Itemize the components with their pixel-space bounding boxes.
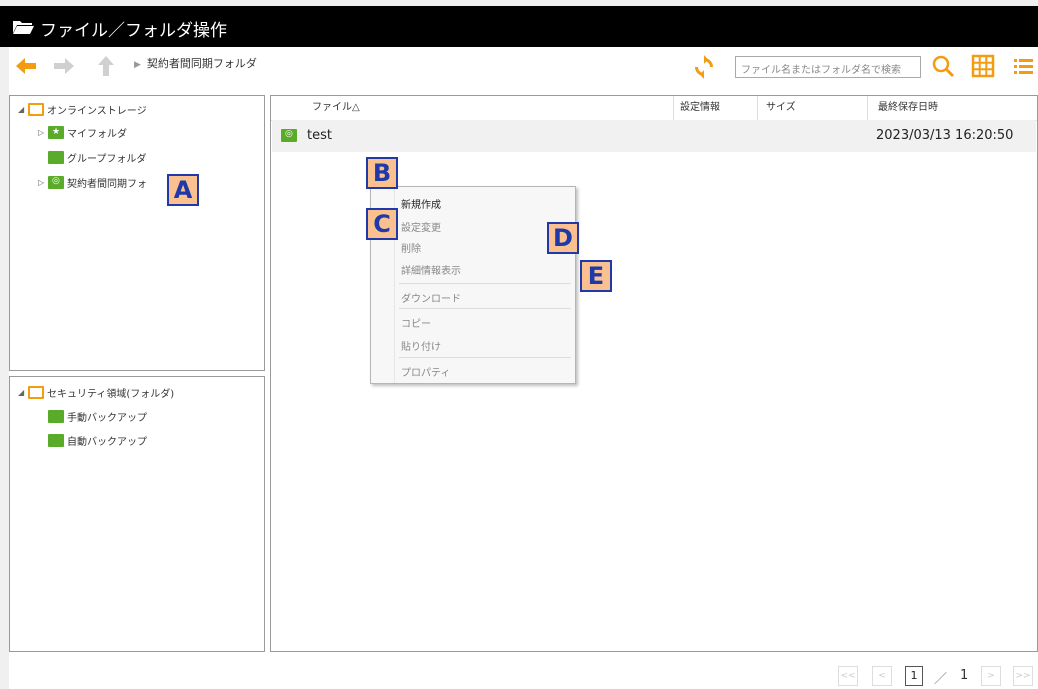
marker-b: B bbox=[366, 157, 398, 189]
up-arrow-icon[interactable] bbox=[93, 53, 119, 79]
sync-folder-icon: ◎ bbox=[281, 129, 297, 142]
window-title: ファイル／フォルダ操作 bbox=[40, 21, 227, 41]
tree-root-online-storage[interactable]: ◢ オンラインストレージ bbox=[18, 102, 147, 117]
column-header-size[interactable]: サイズ bbox=[758, 96, 868, 120]
pager-first-button[interactable]: << bbox=[838, 666, 858, 686]
tree-label: 手動バックアップ bbox=[67, 413, 147, 424]
menu-item-copy[interactable]: コピー bbox=[401, 315, 431, 330]
menu-item-properties[interactable]: プロパティ bbox=[401, 364, 450, 379]
tree-label: オンラインストレージ bbox=[47, 106, 147, 117]
tree-item-my-folder[interactable]: ▷ ★ マイフォルダ bbox=[38, 125, 127, 140]
expanded-triangle-icon: ◢ bbox=[18, 388, 25, 397]
pager-next-button[interactable]: > bbox=[981, 666, 1001, 686]
marker-e: E bbox=[580, 260, 612, 292]
breadcrumb-label: 契約者間同期フォルダ bbox=[146, 57, 257, 70]
folder-icon bbox=[28, 103, 44, 116]
list-view-icon[interactable] bbox=[1012, 54, 1034, 78]
tree-label: セキュリティ領域(フォルダ) bbox=[47, 389, 175, 400]
tree-label: グループフォルダ bbox=[67, 154, 147, 165]
column-header-settings[interactable]: 設定情報 bbox=[674, 96, 758, 120]
pager-total: 1 bbox=[960, 668, 969, 683]
folder-open-icon bbox=[13, 21, 34, 34]
expanded-triangle-icon: ◢ bbox=[18, 105, 25, 114]
menu-item-settings[interactable]: 設定変更 bbox=[401, 219, 441, 234]
context-menu: 新規作成 設定変更 削除 詳細情報表示 ダウンロード コピー 貼り付け プロパテ… bbox=[370, 186, 576, 384]
menu-item-details[interactable]: 詳細情報表示 bbox=[401, 262, 461, 277]
search-input[interactable]: ファイル名またはフォルダ名で検索 bbox=[735, 56, 921, 78]
title-bar: ファイル／フォルダ操作 bbox=[0, 0, 1038, 47]
breadcrumb-arrow-icon: ▶ bbox=[134, 60, 141, 70]
tree-item-sync-folder[interactable]: ▷ ◎ 契約者間同期フォ bbox=[38, 175, 147, 190]
pager-separator: ／ bbox=[934, 672, 948, 687]
grid-view-icon[interactable] bbox=[971, 54, 995, 78]
menu-separator bbox=[399, 357, 571, 358]
manual-backup-icon bbox=[48, 410, 64, 423]
pager-prev-button[interactable]: < bbox=[872, 666, 892, 686]
back-arrow-icon[interactable] bbox=[13, 53, 39, 79]
security-folder-icon bbox=[28, 386, 44, 399]
storage-tree-panel: ◢ オンラインストレージ ▷ ★ マイフォルダ グループフォルダ ▷ ◎ 契約者… bbox=[9, 95, 265, 371]
tree-label: マイフォルダ bbox=[67, 129, 127, 140]
collapsed-triangle-icon: ▷ bbox=[38, 178, 45, 187]
marker-c: C bbox=[366, 208, 398, 240]
search-placeholder: ファイル名またはフォルダ名で検索 bbox=[741, 65, 901, 76]
menu-item-delete[interactable]: 削除 bbox=[401, 240, 421, 255]
menu-item-paste[interactable]: 貼り付け bbox=[401, 338, 441, 353]
menu-separator bbox=[399, 308, 571, 309]
column-header-modified[interactable]: 最終保存日時 bbox=[868, 96, 1038, 120]
tree-label: 自動バックアップ bbox=[67, 437, 147, 448]
tree-label: 契約者間同期フォ bbox=[67, 179, 147, 190]
window-edge bbox=[0, 0, 9, 689]
search-icon[interactable] bbox=[931, 54, 955, 78]
forward-arrow-icon[interactable] bbox=[51, 53, 77, 79]
my-folder-icon: ★ bbox=[48, 126, 64, 139]
marker-d: D bbox=[547, 222, 579, 254]
tree-item-group-folder[interactable]: グループフォルダ bbox=[48, 150, 146, 165]
pager: << < 1 ／ 1 > >> bbox=[0, 666, 1038, 687]
tree-item-auto-backup[interactable]: 自動バックアップ bbox=[48, 433, 147, 448]
sync-folder-icon: ◎ bbox=[48, 176, 64, 189]
menu-item-new[interactable]: 新規作成 bbox=[401, 196, 441, 211]
menu-item-download[interactable]: ダウンロード bbox=[401, 290, 461, 305]
pager-last-button[interactable]: >> bbox=[1013, 666, 1033, 686]
breadcrumb[interactable]: ▶ 契約者間同期フォルダ bbox=[134, 55, 257, 71]
column-header-file[interactable]: ファイル△ bbox=[304, 96, 674, 120]
tree-root-security[interactable]: ◢ セキュリティ領域(フォルダ) bbox=[18, 385, 174, 400]
marker-a: A bbox=[167, 174, 199, 206]
auto-backup-icon bbox=[48, 434, 64, 447]
toolbar: ▶ 契約者間同期フォルダ ファイル名またはフォルダ名で検索 bbox=[9, 47, 1038, 85]
refresh-icon[interactable] bbox=[692, 55, 716, 79]
group-folder-icon bbox=[48, 151, 64, 164]
pager-current-page[interactable]: 1 bbox=[905, 666, 923, 686]
file-name: test bbox=[307, 128, 332, 143]
menu-separator bbox=[399, 283, 571, 284]
file-modified: 2023/03/13 16:20:50 bbox=[876, 128, 1014, 143]
collapsed-triangle-icon: ▷ bbox=[38, 128, 45, 137]
tree-item-manual-backup[interactable]: 手動バックアップ bbox=[48, 409, 147, 424]
security-tree-panel: ◢ セキュリティ領域(フォルダ) 手動バックアップ 自動バックアップ bbox=[9, 376, 265, 652]
app-window: ファイル／フォルダ操作 ▶ 契約者間同期フォルダ ファイル名またはフォルダ名で検索 bbox=[0, 0, 1038, 689]
file-row[interactable]: ◎ test 2023/03/13 16:20:50 bbox=[272, 120, 1036, 152]
